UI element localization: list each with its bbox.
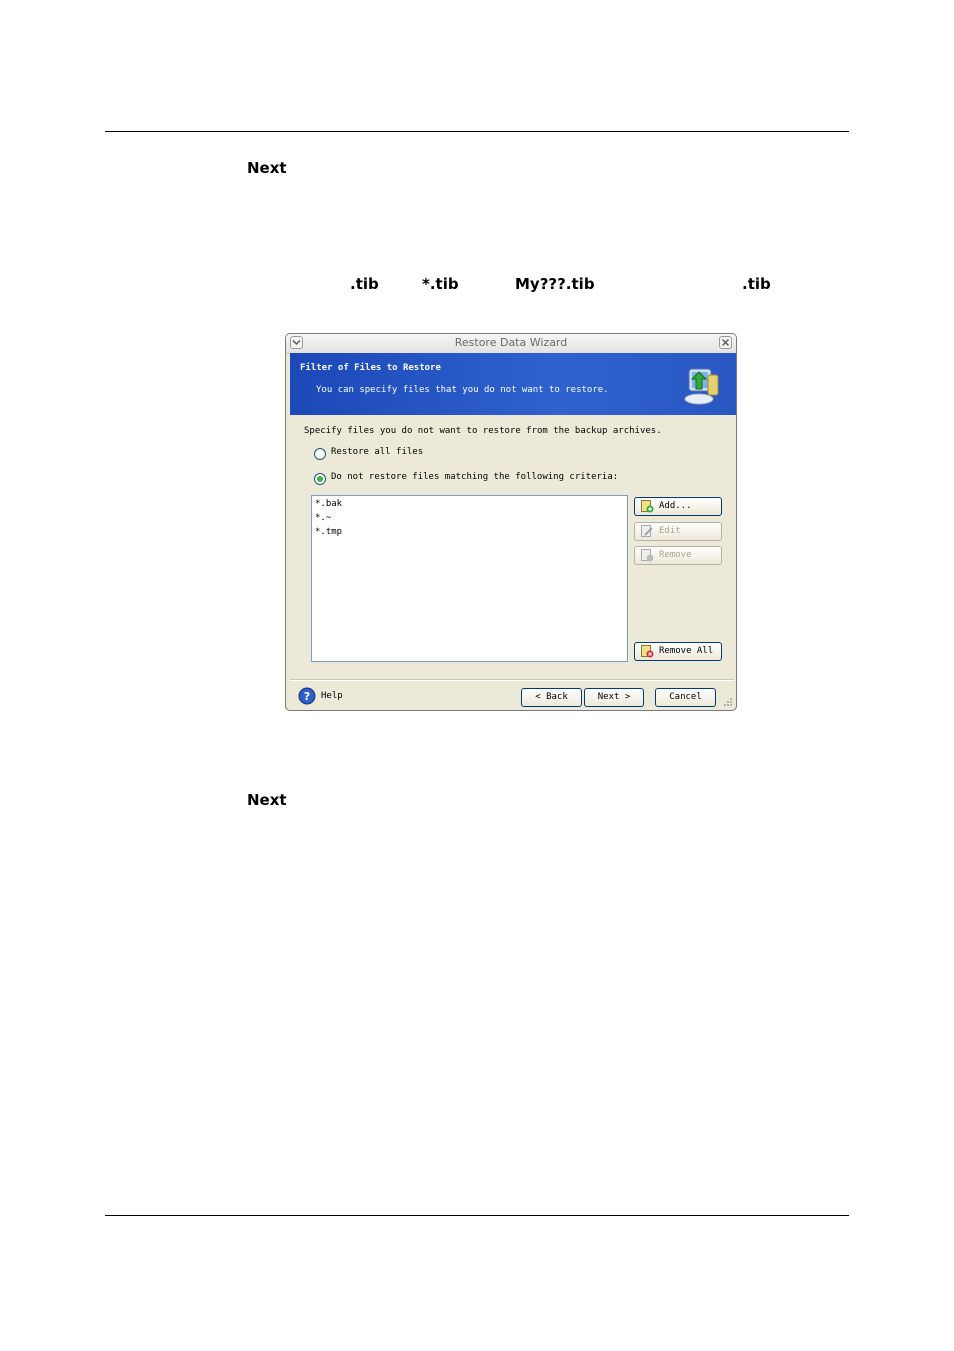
header-rule <box>105 131 849 132</box>
edit-button[interactable]: Edit <box>634 522 722 541</box>
doc-tib-ext-2: .tib <box>742 275 771 293</box>
remove-button[interactable]: Remove <box>634 546 722 565</box>
edit-icon <box>641 525 653 537</box>
resize-grip-icon[interactable] <box>724 698 733 707</box>
doc-tib-ext-1: .tib <box>350 275 379 293</box>
remove-all-button[interactable]: Remove All <box>634 642 722 661</box>
window-titlebar: Restore Data Wizard <box>286 334 736 354</box>
footer-rule <box>105 1215 849 1216</box>
add-button-label: Add... <box>659 501 692 511</box>
banner-subtitle: You can specify files that you do not wa… <box>316 385 609 395</box>
wizard-banner: Filter of Files to Restore You can speci… <box>290 353 736 415</box>
remove-button-label: Remove <box>659 550 692 560</box>
edit-button-label: Edit <box>659 526 681 536</box>
cancel-button[interactable]: Cancel <box>655 688 716 707</box>
list-item[interactable]: *.~ <box>315 513 331 523</box>
radio-restore-all-label[interactable]: Restore all files <box>331 447 423 457</box>
list-item[interactable]: *.tmp <box>315 527 342 537</box>
restore-wizard-icon <box>684 368 719 405</box>
close-icon <box>722 339 729 346</box>
criteria-list[interactable]: *.bak *.~ *.tmp <box>311 495 628 662</box>
radio-exclude-criteria[interactable] <box>314 473 326 485</box>
svg-text:?: ? <box>304 690 310 703</box>
window-close-button[interactable] <box>719 336 732 349</box>
doc-tib-my: My???.tib <box>515 275 595 293</box>
next-button[interactable]: Next > <box>584 688 644 707</box>
back-button[interactable]: < Back <box>521 688 582 707</box>
window-title: Restore Data Wizard <box>454 336 568 349</box>
banner-heading: Filter of Files to Restore <box>300 363 441 373</box>
footer-separator <box>290 679 734 681</box>
instruction-text: Specify files you do not want to restore… <box>304 426 662 436</box>
restore-wizard-window: Restore Data Wizard Filter of Files to R… <box>285 333 737 711</box>
help-link[interactable]: Help <box>321 691 343 701</box>
radio-exclude-criteria-label[interactable]: Do not restore files matching the follow… <box>331 472 618 482</box>
add-button[interactable]: Add... <box>634 497 722 516</box>
remove-all-button-label: Remove All <box>659 646 714 656</box>
remove-all-icon <box>641 645 654 658</box>
doc-next-label-2: Next <box>247 791 287 809</box>
radio-restore-all[interactable] <box>314 448 326 460</box>
remove-icon <box>641 549 654 562</box>
doc-next-label-1: Next <box>247 159 287 177</box>
add-filter-icon <box>641 500 654 513</box>
doc-tib-star: *.tib <box>422 275 459 293</box>
help-icon[interactable]: ? <box>298 687 316 705</box>
list-item[interactable]: *.bak <box>315 499 342 509</box>
